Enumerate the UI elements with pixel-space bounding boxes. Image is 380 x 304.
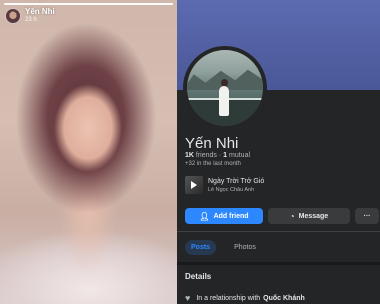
profile-avatar[interactable]	[183, 46, 267, 130]
divider	[177, 231, 380, 232]
relationship-partner-link[interactable]: Quốc Khánh	[263, 295, 305, 302]
add-friend-icon: 👤︎	[199, 211, 210, 221]
mutual-count: 1	[223, 152, 228, 159]
friends-count: 1K	[185, 152, 194, 159]
relationship-prefix: In a relationship with	[196, 294, 261, 302]
profile-name: Yến Nhi	[185, 135, 239, 152]
message-button[interactable]: ◔ Message	[268, 208, 350, 224]
profile-actions: 👤︎ Add friend ◔ Message ···	[185, 208, 379, 224]
relationship-detail: ♥ In a relationship with Quốc Khánh	[185, 293, 305, 303]
story-panel[interactable]: Yến Nhi 23 h	[0, 0, 177, 304]
details-heading: Details	[185, 272, 212, 281]
story-avatar[interactable]	[5, 8, 21, 24]
profile-tabs: Posts Photos	[185, 240, 262, 255]
heart-icon: ♥	[185, 293, 191, 303]
song-artist: Lê Ngọc Châu Anh	[208, 186, 255, 193]
add-friend-button[interactable]: 👤︎ Add friend	[185, 208, 263, 224]
song-thumbnail[interactable]	[185, 176, 203, 194]
add-friend-label: Add friend	[213, 212, 249, 220]
story-user-name[interactable]: Yến Nhi	[25, 7, 55, 16]
story-timestamp: 23 h	[25, 17, 37, 23]
message-label: Message	[298, 212, 329, 220]
story-progress-bar	[4, 3, 173, 5]
profile-panel: Yến Nhi 1K friends · 1 mutual +32 in the…	[177, 0, 380, 304]
story-progress-fill	[4, 3, 173, 5]
recent-friends-text: +32 in the last month	[185, 161, 241, 167]
song-title: Ngày Trời Trở Gió	[208, 177, 265, 185]
messenger-icon: ◔	[289, 211, 295, 221]
friends-stats[interactable]: 1K friends · 1 mutual	[185, 152, 250, 159]
tab-posts[interactable]: Posts	[185, 240, 217, 255]
mutual-label: mutual	[229, 152, 251, 159]
profile-photo	[187, 50, 263, 126]
section-divider	[177, 262, 380, 265]
more-icon: ···	[363, 212, 371, 220]
tab-photos[interactable]: Photos	[228, 240, 262, 255]
play-icon	[191, 181, 197, 189]
more-options-button[interactable]: ···	[355, 208, 379, 224]
profile-music[interactable]: Ngày Trời Trở Gió Lê Ngọc Châu Anh	[185, 175, 264, 195]
friends-label: friends	[195, 152, 217, 159]
